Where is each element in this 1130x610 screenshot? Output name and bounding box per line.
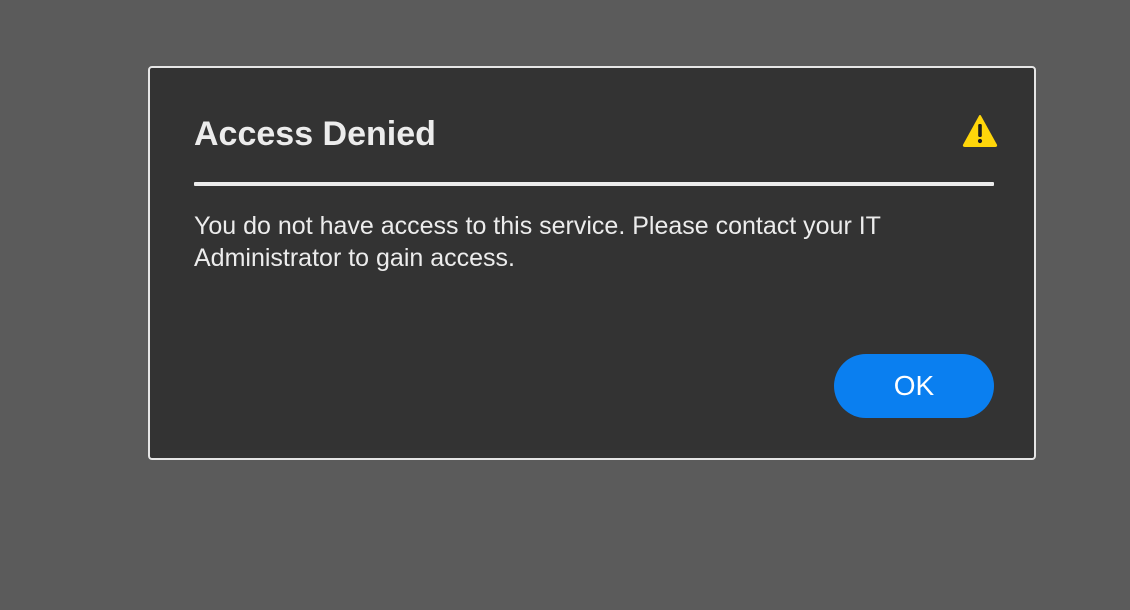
warning-icon <box>962 115 998 147</box>
dialog-title: Access Denied <box>194 115 436 153</box>
dialog-header: Access Denied <box>194 114 998 154</box>
dialog-message: You do not have access to this service. … <box>194 212 881 272</box>
ok-button[interactable]: OK <box>834 354 994 418</box>
modal-backdrop: Access Denied You do not have access to … <box>0 0 1130 610</box>
header-divider <box>194 182 994 186</box>
access-denied-dialog: Access Denied You do not have access to … <box>148 66 1036 460</box>
